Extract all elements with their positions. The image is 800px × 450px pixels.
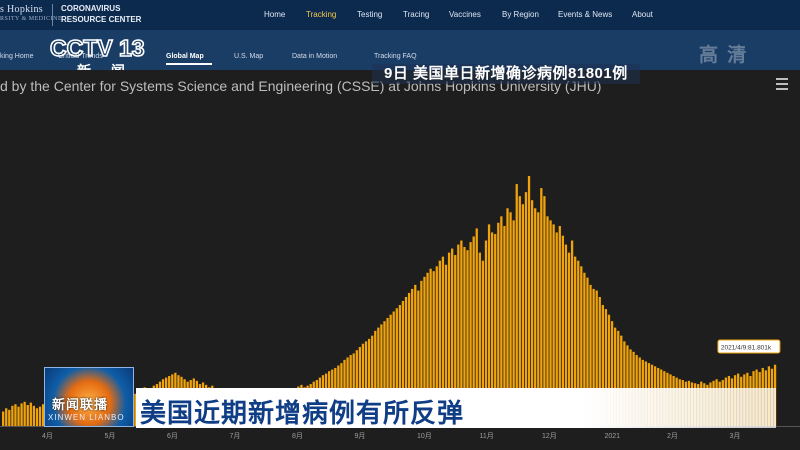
daily-cases-bar[interactable]: [32, 405, 36, 426]
hd-watermark: 高 清: [699, 45, 749, 66]
month-tick-label: 12月: [542, 432, 557, 440]
subnav-us-map[interactable]: U.S. Map: [234, 53, 263, 60]
nav-tracking[interactable]: Tracking: [306, 10, 336, 19]
svg-text:CCTV 13: CCTV 13: [50, 36, 145, 60]
resource-center-title[interactable]: CORONAVIRUS RESOURCE CENTER: [61, 3, 141, 25]
daily-cases-bar[interactable]: [38, 406, 42, 426]
nav-about[interactable]: About: [632, 10, 653, 19]
nav-testing[interactable]: Testing: [357, 10, 382, 19]
daily-cases-bar[interactable]: [8, 409, 11, 426]
daily-cases-bar[interactable]: [14, 404, 17, 426]
brand-divider: [52, 4, 53, 26]
tooltip-text: 2021/4/9:81.801k: [721, 345, 772, 352]
daily-cases-bar[interactable]: [35, 408, 39, 426]
daily-cases-bar[interactable]: [17, 406, 20, 426]
latest-value-tooltip: 2021/4/9:81.801k: [717, 339, 781, 354]
top-navigation-bar: s Hopkins RSITY & MEDICINE CORONAVIRUS RE…: [0, 0, 800, 30]
month-tick-label: 10月: [417, 432, 432, 440]
month-tick-label: 8月: [292, 432, 303, 440]
month-tick-label: 2月: [667, 432, 678, 440]
daily-cases-bar[interactable]: [26, 405, 29, 426]
program-name-pinyin: XINWEN LIANBO: [48, 413, 125, 422]
brand-hopkins-text[interactable]: s Hopkins: [0, 4, 43, 15]
subnav-global-map[interactable]: Global Map: [166, 53, 204, 60]
month-tick-label: 9月: [355, 432, 366, 440]
month-tick-label: 2021: [605, 433, 621, 440]
daily-cases-bar[interactable]: [23, 401, 26, 426]
month-tick-label: 6月: [167, 432, 178, 440]
cctv-logo: CCTV 13: [50, 36, 145, 60]
nav-events-news[interactable]: Events & News: [558, 10, 612, 19]
nav-by-region[interactable]: By Region: [502, 10, 539, 19]
nav-vaccines[interactable]: Vaccines: [449, 10, 481, 19]
daily-cases-bar[interactable]: [11, 405, 14, 426]
chart-menu-icon[interactable]: [776, 78, 788, 93]
month-tick-label: 11月: [480, 432, 494, 440]
month-tick-label: 3月: [730, 432, 741, 440]
nav-home[interactable]: Home: [264, 10, 285, 19]
month-tick-label: 5月: [105, 432, 116, 440]
nav-tracing[interactable]: Tracing: [403, 10, 429, 19]
top-news-caption: 9日 美国单日新增确诊病例81801例: [372, 64, 640, 84]
month-tick-label: 4月: [42, 432, 53, 440]
subnav-data-in-motion[interactable]: Data in Motion: [292, 53, 337, 60]
subnav-tracking-home[interactable]: king Home: [0, 53, 33, 60]
daily-cases-bar[interactable]: [5, 408, 8, 426]
program-name-cn: 新闻联播: [52, 397, 109, 412]
daily-cases-bar[interactable]: [29, 402, 32, 426]
daily-cases-bar[interactable]: [20, 403, 23, 426]
daily-cases-bar[interactable]: [2, 411, 5, 426]
subnav-tracking-faq[interactable]: Tracking FAQ: [374, 53, 417, 60]
active-tab-underline: [166, 63, 212, 65]
month-tick-label: 7月: [230, 432, 241, 440]
lower-third-headline: 美国近期新增病例有所反弹: [140, 398, 465, 428]
